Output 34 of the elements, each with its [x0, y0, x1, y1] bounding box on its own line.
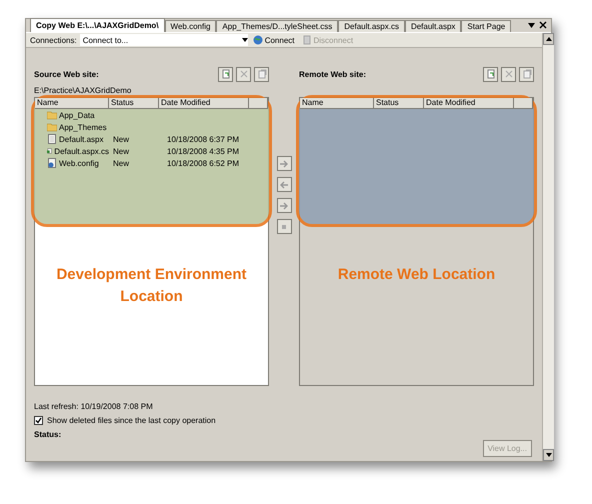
date-cell-text: 10/18/2008 6:52 PM — [166, 158, 240, 168]
document-tab[interactable]: Web.config — [164, 20, 216, 32]
callout-text: Development Environment Location — [55, 265, 248, 307]
column-header[interactable]: Date Modified — [159, 98, 249, 109]
date-cell-text: 10/18/2008 6:37 PM — [166, 134, 240, 144]
connection-combo[interactable]: Connect to... — [80, 34, 248, 46]
column-header[interactable]: Status — [109, 98, 159, 109]
connect-button[interactable]: Connect — [250, 35, 296, 45]
status-label: Status: — [34, 430, 62, 439]
column-header[interactable]: Status — [374, 98, 424, 109]
callout-text: Remote Web Location — [336, 265, 496, 285]
status-cell-text: New — [112, 158, 130, 168]
file-name-cell[interactable]: App_Themes — [35, 122, 109, 132]
file-name-cell[interactable]: Default.aspx — [35, 134, 109, 144]
column-header[interactable]: Date Modified — [424, 98, 514, 109]
column-header[interactable]: Name — [300, 98, 374, 109]
file-name-cell[interactable]: Web.config — [35, 158, 109, 168]
column-header[interactable]: Name — [35, 98, 109, 109]
last-refresh-text: Last refresh: 10/19/2008 7:08 PM — [34, 402, 154, 411]
file-name-cell[interactable]: App_Data — [35, 110, 109, 120]
status-cell-text: New — [112, 146, 130, 156]
date-cell-text: 10/18/2008 4:35 PM — [166, 146, 240, 156]
source-path: E:\Practice\AJAXGridDemo — [34, 86, 132, 95]
source-title: Source Web site: — [34, 70, 99, 78]
remote-title: Remote Web site: — [299, 70, 366, 78]
connections-label: Connections: — [30, 36, 77, 44]
status-cell-text: New — [112, 134, 130, 144]
document-tab[interactable]: Default.aspx — [404, 20, 462, 32]
checkbox-label[interactable]: Show deleted files since the last copy operation — [47, 416, 216, 425]
document-tab[interactable]: Copy Web E:\...\AJAXGridDemo\ — [30, 18, 165, 32]
document-tab[interactable]: Default.aspx.cs — [338, 20, 405, 32]
document-tab[interactable]: App_Themes/D...tyleSheet.css — [216, 20, 338, 32]
file-name-cell[interactable]: Default.aspx.cs — [35, 146, 109, 156]
document-tab[interactable]: Start Page — [461, 20, 512, 32]
